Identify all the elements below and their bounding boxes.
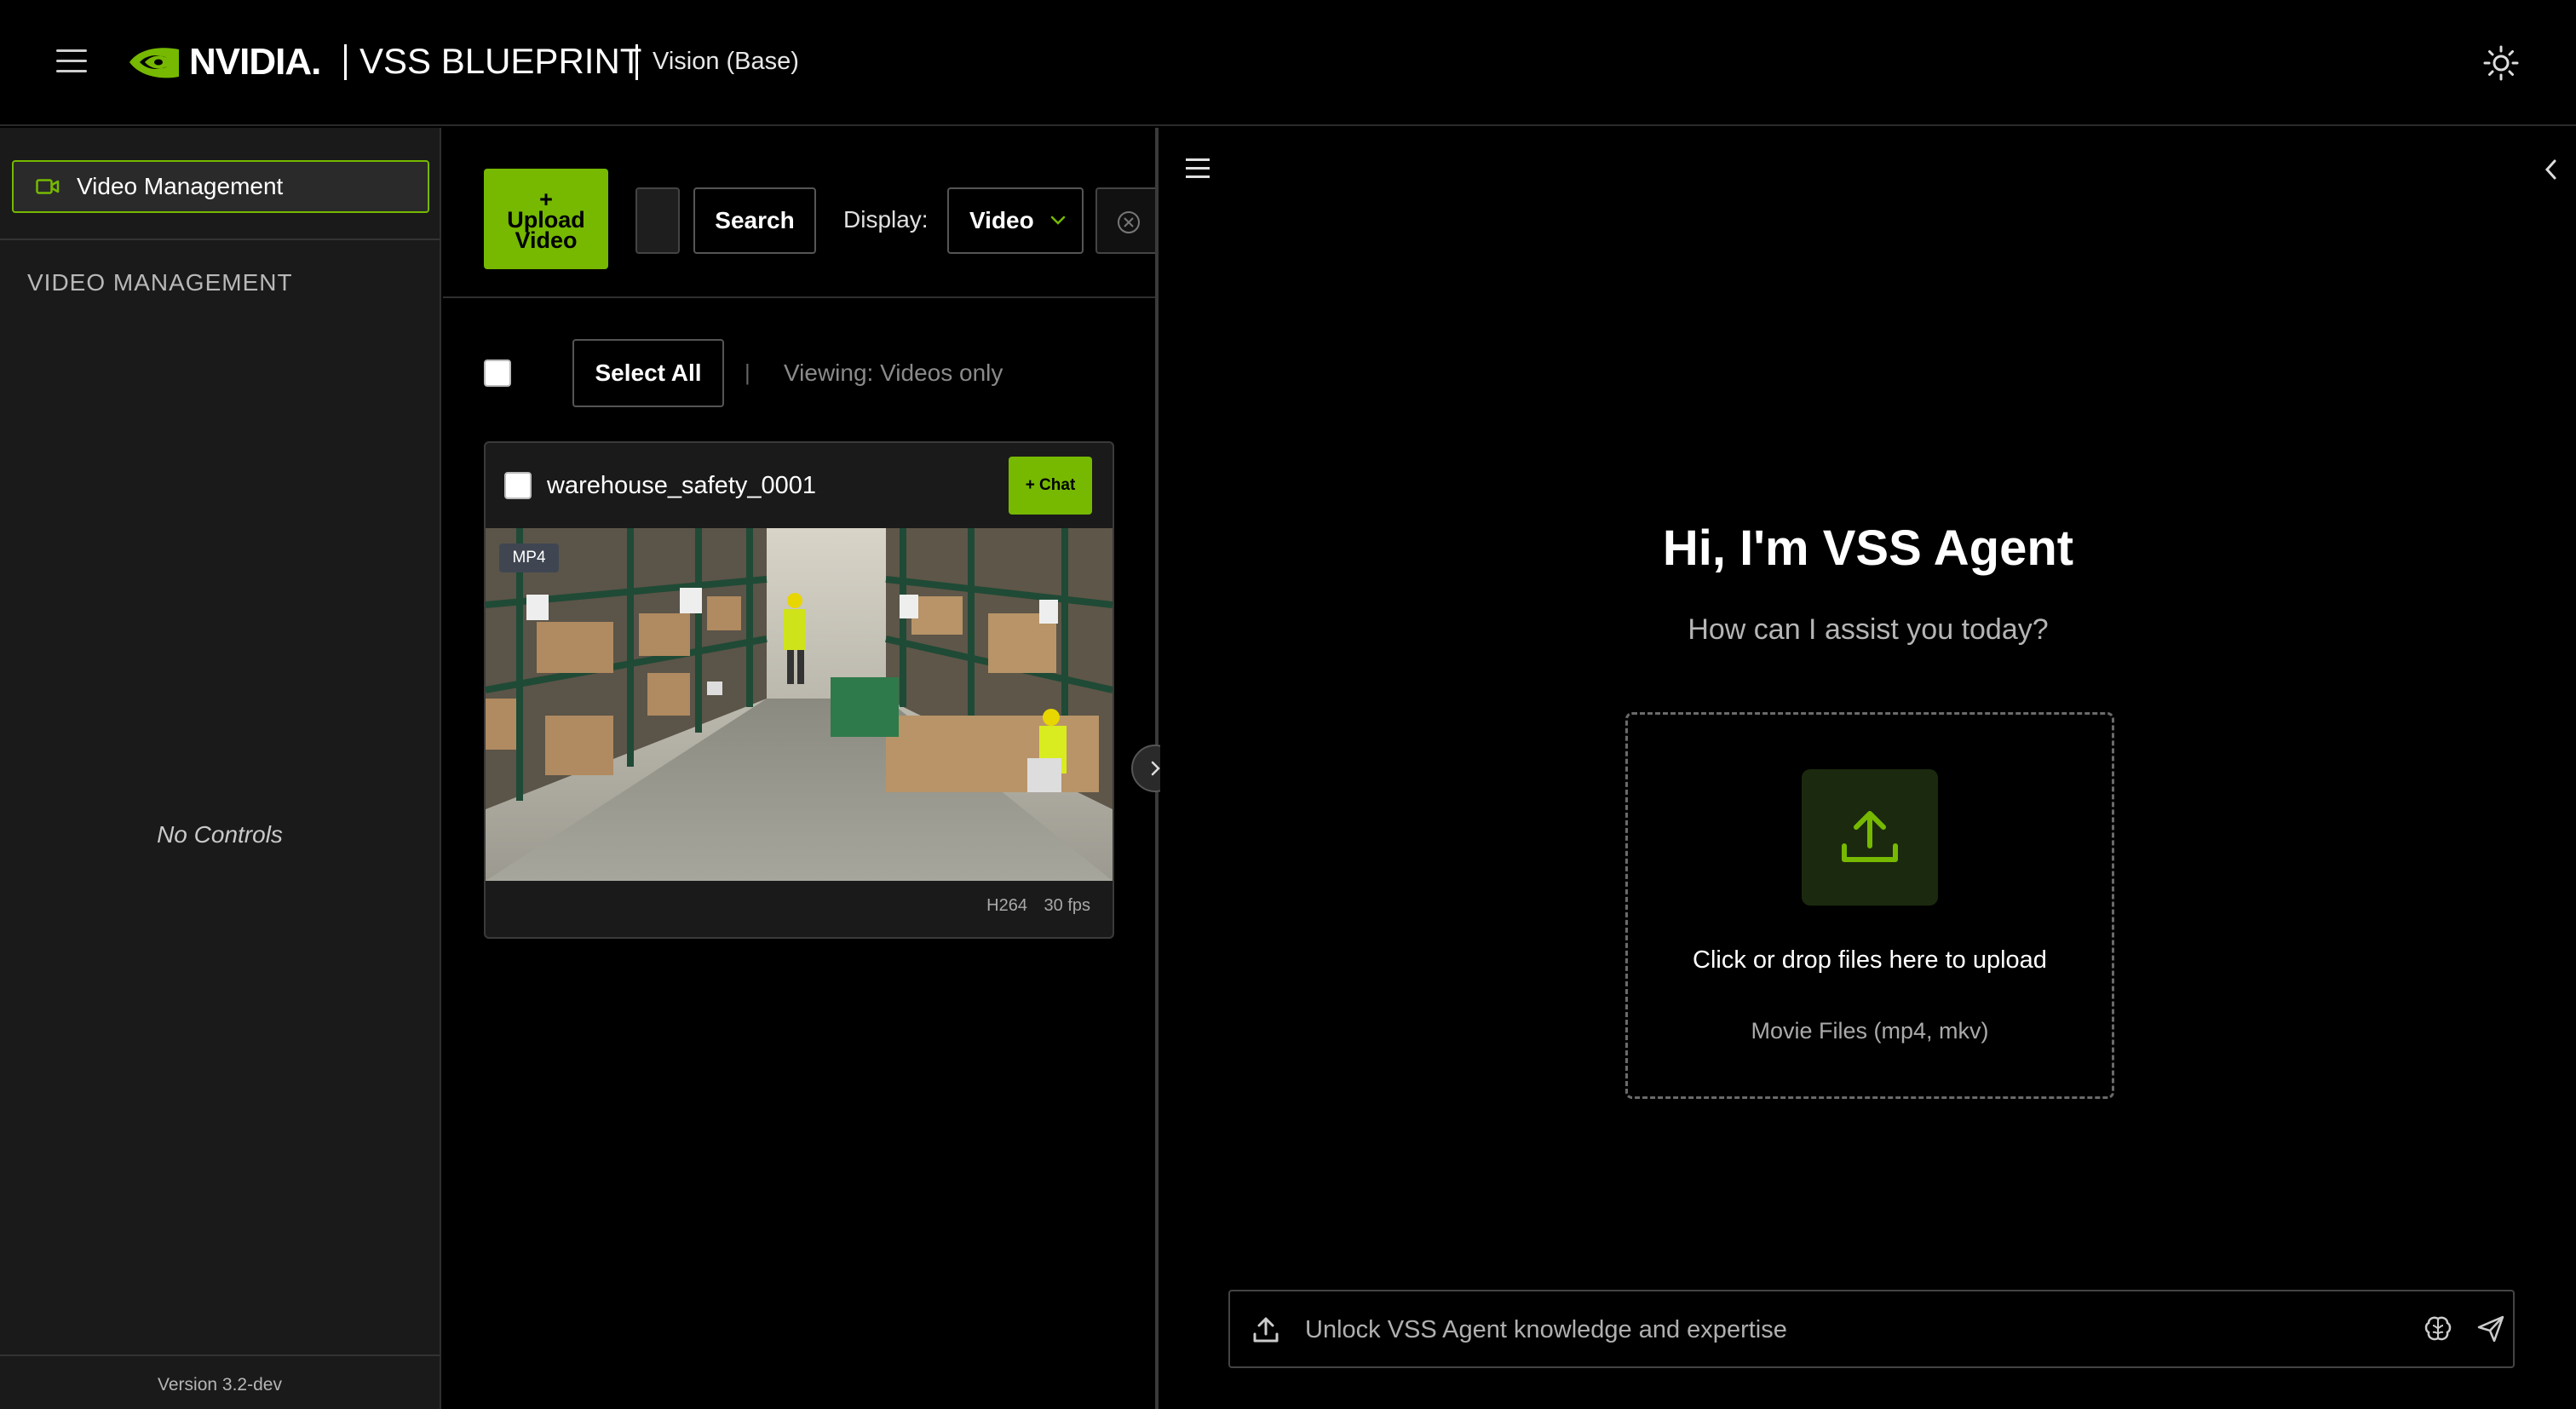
- format-badge: MP4: [499, 543, 559, 572]
- agent-greeting: Hi, I'm VSS Agent: [1662, 520, 2074, 576]
- app-title: VSS BLUEPRINT: [359, 41, 642, 81]
- video-thumbnail[interactable]: MP4: [486, 528, 1113, 881]
- dropzone-title: Click or drop files here to upload: [1693, 946, 2047, 974]
- select-all-checkbox[interactable]: [484, 359, 511, 387]
- select-all-button[interactable]: Select All: [572, 339, 724, 407]
- chat-input-bar: [1228, 1290, 2515, 1368]
- empty-controls-text: No Controls: [157, 821, 283, 848]
- header-separator: [344, 44, 347, 80]
- chevron-down-icon: [1050, 216, 1066, 225]
- nvidia-logo: NVIDIA.: [128, 41, 321, 83]
- upload-label-2: Video: [515, 227, 578, 253]
- chevron-left-icon[interactable]: [2540, 157, 2561, 182]
- sun-icon[interactable]: [2482, 44, 2520, 82]
- dropzone-file-types: Movie Files (mp4, mkv): [1751, 1018, 1989, 1044]
- viewing-filter-text: Viewing: Videos only: [784, 359, 1003, 386]
- video-name: warehouse_safety_0001: [547, 472, 817, 499]
- upload-video-button[interactable]: + Upload Video: [484, 169, 608, 269]
- brand-name: NVIDIA.: [189, 41, 321, 83]
- agent-chat-panel: Hi, I'm VSS Agent How can I assist you t…: [1160, 128, 2576, 1409]
- warehouse-scene-image: [486, 528, 1113, 881]
- file-dropzone[interactable]: Click or drop files here to upload Movie…: [1625, 712, 2114, 1099]
- fps-label: 30 fps: [1044, 896, 1090, 915]
- sidebar-item-label: Video Management: [77, 173, 284, 199]
- send-icon[interactable]: [2475, 1314, 2506, 1344]
- agent-prompt: How can I assist you today?: [1688, 613, 2049, 646]
- video-toolbar: + Upload Video Search Display: Video: [443, 128, 1155, 298]
- display-label: Display:: [843, 206, 929, 233]
- upload-icon: [1842, 811, 1898, 862]
- search-button[interactable]: Search: [693, 187, 816, 254]
- app-subtitle: Vision (Base): [653, 48, 799, 75]
- video-card[interactable]: warehouse_safety_0001 + Chat MP4 H264 30…: [484, 441, 1114, 939]
- display-select[interactable]: Video: [947, 187, 1084, 254]
- sidebar-heading: VIDEO MANAGEMENT: [27, 269, 293, 296]
- brain-icon[interactable]: [2423, 1314, 2453, 1344]
- video-panel: + Upload Video Search Display: Video Sel…: [443, 128, 1155, 1409]
- nvidia-eye-icon: [129, 48, 179, 78]
- search-input[interactable]: [635, 187, 680, 254]
- video-checkbox[interactable]: [504, 472, 532, 499]
- app-header: NVIDIA. VSS BLUEPRINT Vision (Base): [0, 0, 2576, 126]
- sidebar-item-video-management[interactable]: Video Management: [12, 160, 429, 213]
- sidebar-divider: [0, 239, 440, 240]
- sidebar: Video Management VIDEO MANAGEMENT No Con…: [0, 128, 441, 1409]
- video-card-header: warehouse_safety_0001 + Chat: [486, 443, 1113, 528]
- upload-tile: [1802, 769, 1938, 906]
- version-label: Version 3.2-dev: [0, 1354, 440, 1409]
- separator: |: [745, 359, 750, 385]
- upload-icon[interactable]: [1252, 1315, 1279, 1344]
- clear-filter-button[interactable]: [1095, 187, 1155, 254]
- header-separator: [635, 44, 638, 80]
- hamburger-menu-icon[interactable]: [56, 49, 87, 75]
- chat-input[interactable]: [1305, 1307, 2353, 1353]
- display-value: Video: [969, 207, 1034, 233]
- circle-x-icon: [1118, 211, 1140, 233]
- chat-button[interactable]: + Chat: [1009, 457, 1092, 515]
- selection-row: Select All | Viewing: Videos only: [484, 339, 1148, 407]
- hamburger-icon[interactable]: [1186, 158, 1210, 179]
- codec-label: H264: [986, 896, 1027, 915]
- video-metadata: H264 30 fps: [975, 896, 1090, 916]
- video-camera-icon: [36, 179, 60, 194]
